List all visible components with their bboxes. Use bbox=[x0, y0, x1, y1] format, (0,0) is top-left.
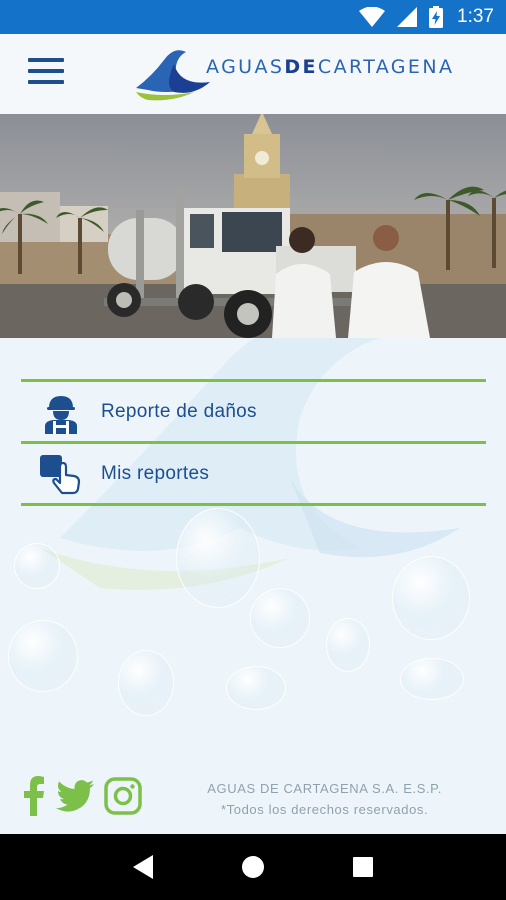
menu-item-mis-reportes[interactable]: Mis reportes bbox=[21, 444, 486, 503]
bubble-decor bbox=[400, 658, 464, 700]
wifi-icon bbox=[359, 7, 386, 27]
worker-icon bbox=[21, 382, 101, 441]
hamburger-menu-icon[interactable] bbox=[22, 56, 70, 86]
company-name: AGUAS DE CARTAGENA S.A. E.S.P. bbox=[207, 781, 442, 796]
hero-photo bbox=[0, 114, 506, 338]
recents-icon[interactable] bbox=[343, 847, 383, 887]
bubble-decor bbox=[176, 508, 260, 608]
company-logo: AGUASDECARTAGENA bbox=[134, 42, 479, 104]
menu-item-label: Mis reportes bbox=[101, 462, 210, 484]
battery-charging-icon bbox=[429, 6, 444, 28]
bubble-decor bbox=[226, 666, 286, 710]
facebook-icon[interactable] bbox=[22, 776, 46, 816]
status-bar: 1:37 bbox=[0, 0, 506, 34]
bubble-decor bbox=[118, 650, 174, 716]
rights-text: *Todos los derechos reservados. bbox=[221, 802, 429, 817]
app-bar: AGUASDECARTAGENA bbox=[0, 34, 506, 114]
bubble-decor bbox=[8, 620, 78, 692]
menu-item-label: Reporte de daños bbox=[101, 400, 257, 422]
bubble-decor bbox=[392, 556, 470, 640]
footer-text: AGUAS DE CARTAGENA S.A. E.S.P. *Todos lo… bbox=[207, 778, 442, 820]
main-content: Reporte de daños Mis reportes AGUAS DE C… bbox=[0, 338, 506, 834]
menu-divider bbox=[21, 503, 486, 506]
social-links bbox=[22, 776, 142, 816]
status-time: 1:37 bbox=[457, 6, 494, 27]
navigation-bar bbox=[0, 834, 506, 900]
menu-item-reporte-danos[interactable]: Reporte de daños bbox=[21, 382, 486, 441]
main-menu: Reporte de daños Mis reportes bbox=[21, 379, 486, 506]
back-icon[interactable] bbox=[123, 847, 163, 887]
twitter-icon[interactable] bbox=[56, 780, 94, 812]
instagram-icon[interactable] bbox=[104, 777, 142, 815]
touch-hand-icon bbox=[21, 444, 101, 503]
signal-icon bbox=[397, 7, 418, 27]
logo-text: AGUASDECARTAGENA bbox=[206, 56, 455, 78]
logo-wave-icon bbox=[136, 50, 210, 101]
bubble-decor bbox=[250, 588, 310, 648]
bubble-decor bbox=[14, 543, 60, 589]
bubble-decor bbox=[326, 618, 370, 672]
home-icon[interactable] bbox=[233, 847, 273, 887]
